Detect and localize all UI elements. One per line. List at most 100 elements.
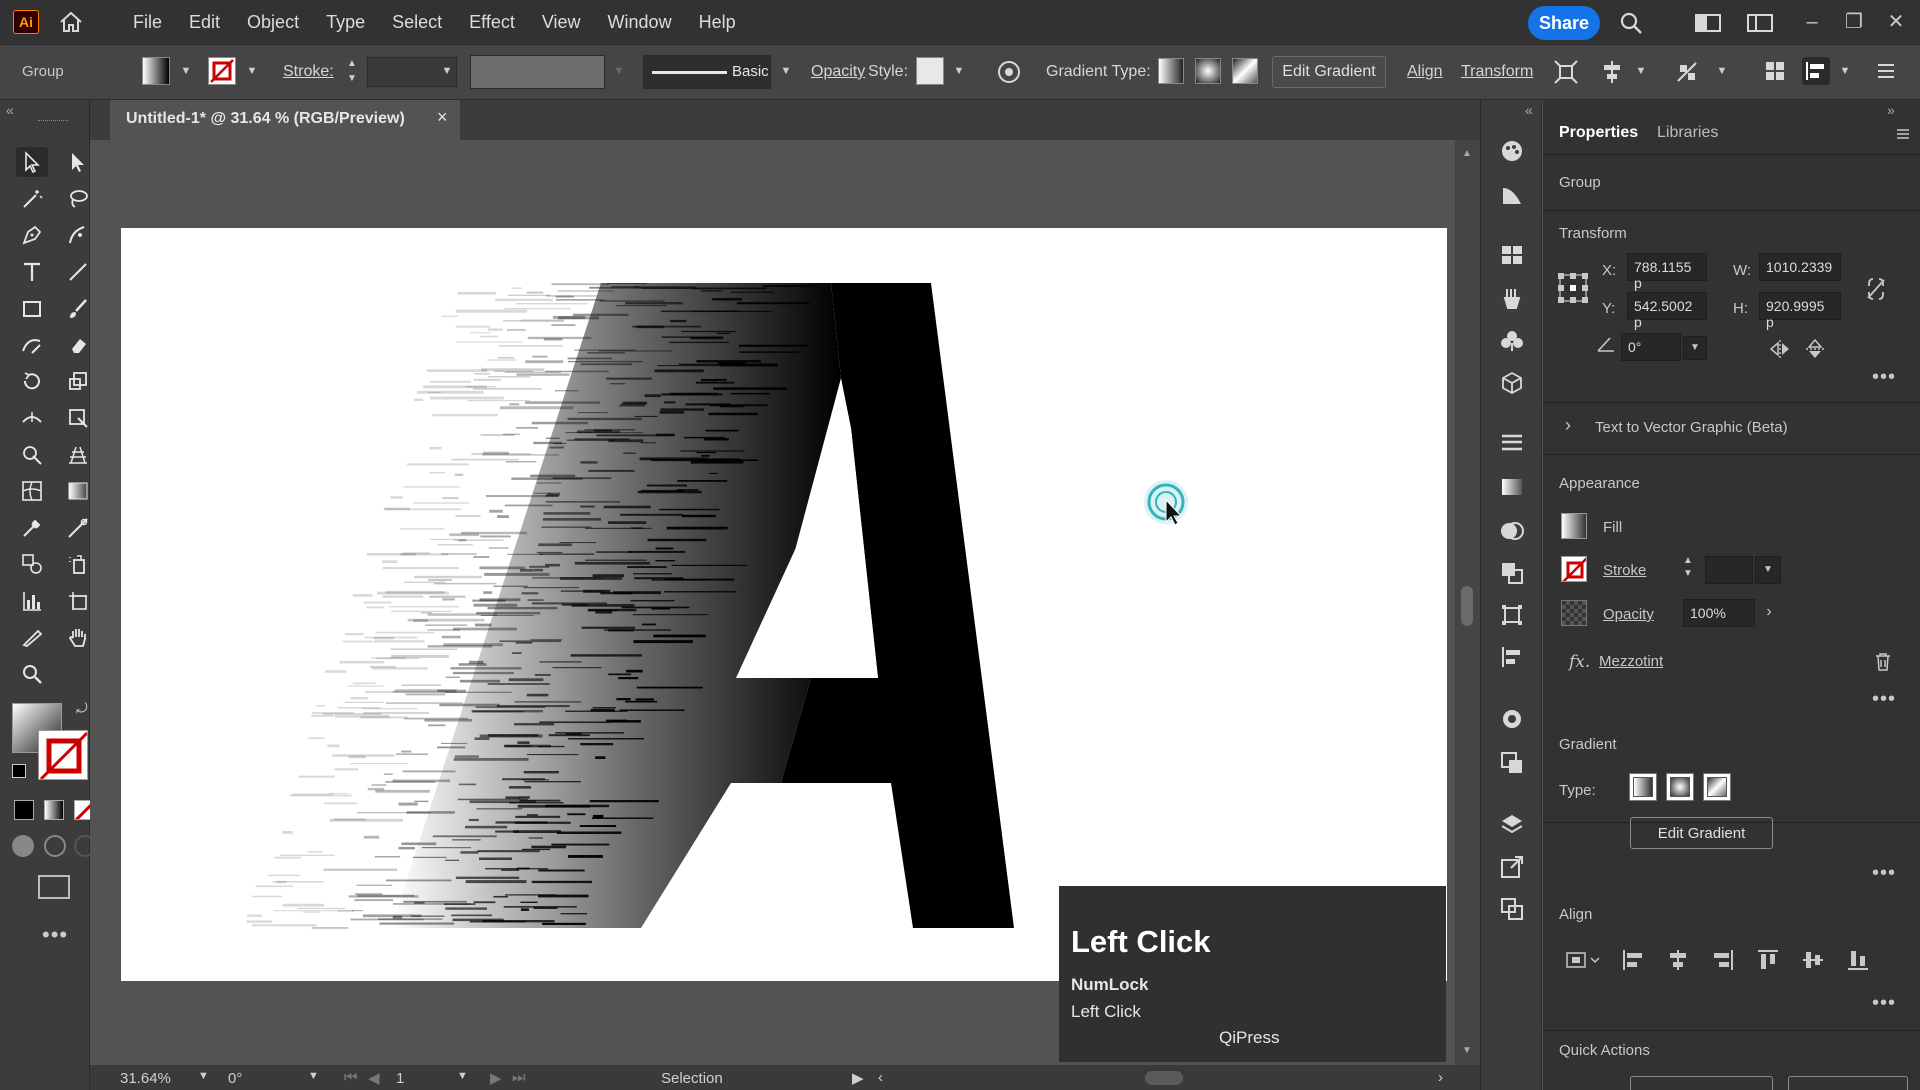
previous-artboard-icon[interactable]: ◀ [368, 1069, 380, 1087]
scrollbar-thumb[interactable] [1461, 586, 1473, 626]
default-colors-icon[interactable] [12, 764, 26, 778]
image-trace-icon[interactable] [1499, 182, 1525, 208]
stroke-swatch[interactable] [208, 57, 236, 85]
freeform-gradient-type-icon[interactable] [1703, 773, 1731, 801]
recolor-artwork-icon[interactable] [996, 59, 1022, 85]
stroke-panel-icon[interactable] [1499, 430, 1525, 456]
distribute-icon[interactable] [1674, 59, 1700, 85]
arrange-documents-icon[interactable] [1694, 12, 1722, 34]
stroke-color-swatch[interactable] [38, 730, 88, 780]
reference-point-icon[interactable] [1557, 272, 1589, 304]
chevron-down-icon[interactable]: ▼ [198, 1070, 209, 1082]
width-field[interactable]: 1010.2339 [1759, 253, 1841, 281]
more-options-icon[interactable]: ••• [1872, 688, 1896, 711]
menu-type[interactable]: Type [326, 12, 365, 33]
chevron-right-icon[interactable]: › [1565, 415, 1571, 436]
chevron-down-icon[interactable]: ▼ [457, 1070, 468, 1082]
freeform-gradient-icon[interactable] [1232, 58, 1258, 84]
chevron-down-icon[interactable]: ▼ [245, 64, 259, 78]
shaper-tool-icon[interactable] [16, 330, 48, 360]
stroke-label[interactable]: Stroke: [283, 63, 334, 81]
align-top-icon[interactable] [1756, 948, 1780, 972]
menu-view[interactable]: View [542, 12, 581, 33]
flip-vertical-icon[interactable] [1804, 338, 1826, 360]
grid-layout-icon[interactable] [1763, 59, 1787, 83]
home-icon[interactable] [58, 10, 84, 34]
swatches-icon[interactable] [1499, 242, 1525, 268]
align-to-selection-icon[interactable] [1565, 948, 1603, 972]
isolate-group-icon[interactable] [1553, 59, 1579, 85]
column-graph-tool-icon[interactable] [16, 586, 48, 616]
first-artboard-icon[interactable]: ⏮ [344, 1069, 358, 1086]
brush-definition[interactable]: Basic [643, 55, 771, 89]
pen-tool-icon[interactable] [16, 220, 48, 250]
status-menu-icon[interactable]: ▶ [852, 1069, 864, 1087]
edit-gradient-button[interactable]: Edit Gradient [1630, 817, 1773, 849]
tab-properties[interactable]: Properties [1559, 124, 1638, 142]
artboards-panel-icon[interactable] [1499, 896, 1525, 922]
panel-menu-icon[interactable] [1874, 59, 1898, 83]
stroke-swatch[interactable] [1561, 556, 1587, 582]
pathfinder-icon[interactable] [1499, 560, 1525, 586]
radial-gradient-icon[interactable] [1195, 58, 1221, 84]
x-position-field[interactable]: 788.1155 p [1627, 253, 1707, 291]
document-tab-title[interactable]: Untitled-1* @ 31.64 % (RGB/Preview) [126, 110, 405, 128]
menu-help[interactable]: Help [699, 12, 736, 33]
text-to-vector-graphic[interactable]: Text to Vector Graphic (Beta) [1595, 419, 1788, 436]
horizontal-scroll-thumb[interactable] [1145, 1071, 1183, 1085]
chevron-down-icon[interactable]: ▼ [1634, 64, 1648, 78]
opacity-field[interactable]: 100% [1683, 599, 1755, 627]
mesh-tool-icon[interactable] [16, 476, 48, 506]
chevron-right-icon[interactable]: › [1757, 599, 1781, 627]
tab-libraries[interactable]: Libraries [1657, 124, 1718, 142]
transparency-icon[interactable] [1499, 518, 1525, 544]
scroll-up-icon[interactable]: ▲ [1462, 148, 1472, 159]
screen-mode-icon[interactable] [38, 875, 70, 899]
edit-toolbar-icon[interactable]: ••• [42, 922, 68, 948]
slice-tool-icon[interactable] [16, 622, 48, 652]
stepper-down-icon[interactable]: ▼ [345, 72, 359, 86]
zoom-tool-icon[interactable] [16, 659, 48, 689]
menu-object[interactable]: Object [247, 12, 299, 33]
quick-action-button[interactable] [1630, 1076, 1773, 1090]
chevron-down-icon[interactable]: ▼ [1715, 64, 1729, 78]
expand-panels-icon[interactable]: « [1525, 102, 1533, 118]
next-artboard-icon[interactable]: ▶ [490, 1069, 502, 1087]
stroke-weight-stepper[interactable]: ▲ ▼ [1683, 554, 1693, 580]
linear-gradient-icon[interactable] [1158, 58, 1184, 84]
scroll-left-icon[interactable]: ‹ [878, 1069, 883, 1086]
variable-width-profile[interactable] [470, 55, 605, 89]
quick-action-button[interactable] [1788, 1076, 1908, 1090]
width-tool-icon[interactable] [16, 403, 48, 433]
align-right-icon[interactable] [1711, 948, 1735, 972]
rectangle-tool-icon[interactable] [16, 294, 48, 324]
menu-select[interactable]: Select [392, 12, 442, 33]
align-link[interactable]: Align [1407, 63, 1443, 81]
chevron-down-icon[interactable]: ▼ [1838, 64, 1852, 78]
rotation-value[interactable]: 0° [228, 1070, 242, 1087]
color-guide-icon[interactable] [1499, 138, 1525, 164]
draw-behind-icon[interactable] [44, 835, 66, 857]
menu-file[interactable]: File [133, 12, 162, 33]
more-options-icon[interactable]: ••• [1872, 862, 1896, 885]
type-tool-icon[interactable] [16, 257, 48, 287]
artboard-number[interactable]: 1 [396, 1070, 404, 1087]
blend-tool-icon[interactable] [16, 549, 48, 579]
menu-edit[interactable]: Edit [189, 12, 220, 33]
appearance-panel-icon[interactable] [1499, 706, 1525, 732]
dispersed-letter-a-artwork[interactable] [121, 228, 1447, 981]
stroke-label[interactable]: Stroke [1603, 562, 1646, 579]
linear-gradient-type-icon[interactable] [1629, 773, 1657, 801]
graphic-style-swatch[interactable] [916, 57, 944, 85]
stepper-up-icon[interactable]: ▲ [345, 57, 359, 71]
color-mode-icon[interactable] [14, 800, 34, 820]
align-left-icon[interactable] [1621, 948, 1645, 972]
chevron-down-icon[interactable]: ▼ [179, 64, 193, 78]
chevron-down-icon[interactable]: ▼ [440, 64, 454, 78]
align-horizontal-center-icon[interactable] [1666, 948, 1690, 972]
layers-icon[interactable] [1499, 812, 1525, 838]
swap-colors-icon[interactable]: ⤾ [76, 700, 88, 717]
collapse-panel-icon[interactable]: » [1887, 102, 1895, 118]
last-artboard-icon[interactable]: ⏭ [512, 1069, 526, 1086]
stroke-weight-field[interactable] [1705, 556, 1753, 584]
